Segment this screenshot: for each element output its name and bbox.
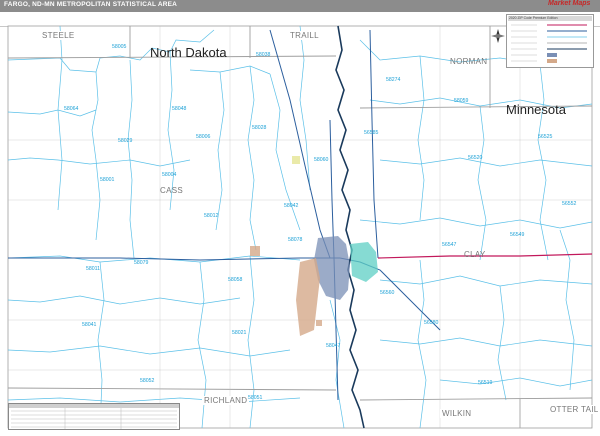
zip-label: 58011 (86, 266, 101, 272)
zip-label: 58052 (140, 378, 155, 384)
legend-swatches (511, 24, 587, 63)
zip-label: 58041 (82, 322, 97, 328)
zip-label: 58028 (252, 125, 267, 131)
urban-town-2 (292, 156, 300, 164)
zip-label: 56560 (380, 290, 395, 296)
state-label-minnesota: Minnesota (506, 102, 566, 117)
zip-label: 58079 (134, 260, 149, 266)
zip-label: 58001 (100, 177, 115, 183)
zip-label: 58004 (162, 172, 177, 178)
zip-label: 56519 (478, 380, 493, 386)
zip-label: 58006 (196, 134, 211, 140)
zip-label: 58078 (288, 237, 303, 243)
zip-label: 56552 (562, 201, 577, 207)
zip-label: 58048 (172, 106, 187, 112)
county-label-traill: TRAILL (288, 31, 321, 40)
county-label-cass: CASS (160, 186, 183, 195)
zip-label: 58005 (112, 44, 127, 50)
map-frame: FARGO, ND-MN METROPOLITAN STATISTICAL AR… (0, 0, 600, 436)
urban-casselton (250, 246, 260, 256)
zip-label: 56525 (538, 134, 553, 140)
urban-town-3 (316, 320, 322, 326)
county-label-steele: STEELE (40, 31, 77, 40)
zip-label: 58058 (228, 277, 243, 283)
zip-label: 58064 (64, 106, 79, 112)
legend-edition: 2020 ZIP Code Premium Edition (509, 15, 558, 20)
zip-label: 58042 (284, 203, 299, 209)
zip-label: 58029 (118, 138, 133, 144)
county-label-clay: CLAY (464, 250, 486, 259)
county-label-wilkin: WILKIN (440, 409, 474, 418)
zip-label: 58051 (248, 395, 263, 401)
data-table-rows (11, 408, 177, 429)
map-legend: 2020 ZIP Code Premium Edition (506, 14, 594, 68)
zip-label: 58047 (326, 343, 341, 349)
county-label-otter-tail: OTTER TAIL (548, 405, 600, 414)
zip-label: 56547 (442, 242, 457, 248)
zip-label: 56580 (424, 320, 439, 326)
state-label-north-dakota: North Dakota (150, 45, 227, 60)
zip-label: 56520 (468, 155, 483, 161)
zip-label: 56549 (510, 232, 525, 238)
zip-label: 58038 (256, 52, 271, 58)
zip-label: 58012 (204, 213, 219, 219)
zip-label: 58060 (314, 157, 329, 163)
map-background (7, 25, 593, 429)
zip-data-table (8, 403, 180, 430)
county-label-richland: RICHLAND (202, 396, 250, 405)
zip-label: 56585 (364, 130, 379, 136)
zip-label: 58021 (232, 330, 247, 336)
zip-label: 58274 (386, 77, 401, 83)
county-label-norman: NORMAN (450, 57, 488, 66)
zip-label: 58059 (454, 98, 469, 104)
